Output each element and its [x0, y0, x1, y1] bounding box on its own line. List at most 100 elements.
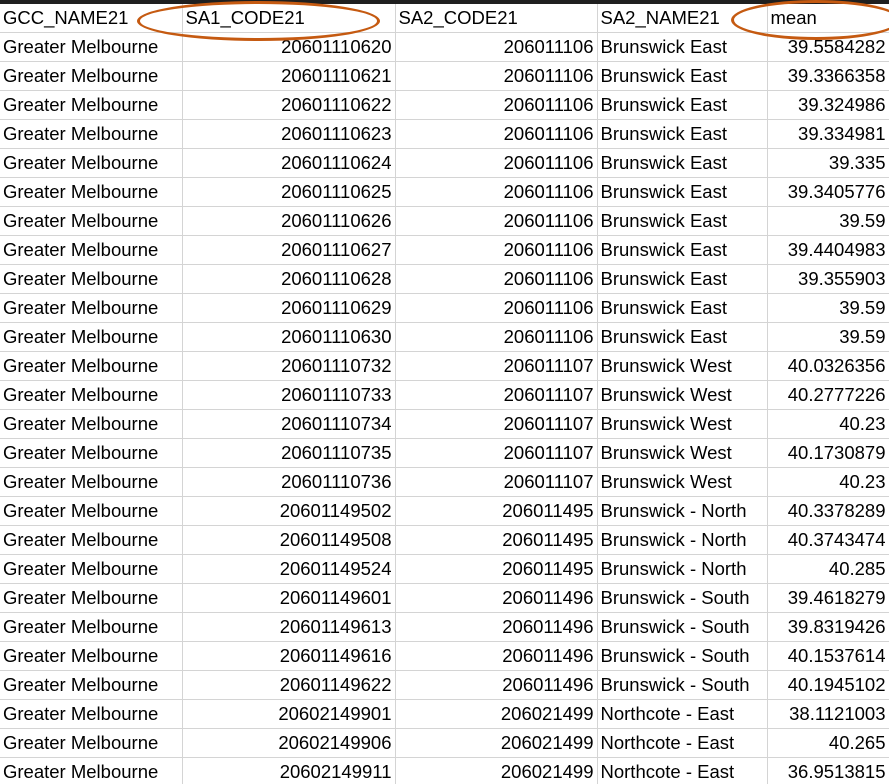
cell-sa1-code21[interactable]: 20601149502	[182, 496, 396, 526]
cell-sa2-code21[interactable]: 206021499	[395, 757, 598, 784]
cell-sa2-name21[interactable]: Northcote - East	[597, 699, 768, 729]
cell-sa1-code21[interactable]: 20601110735	[182, 438, 396, 468]
cell-mean[interactable]: 40.1730879	[767, 438, 889, 468]
cell-gcc-name21[interactable]: Greater Melbourne	[0, 496, 183, 526]
cell-sa2-name21[interactable]: Brunswick West	[597, 438, 768, 468]
cell-sa1-code21[interactable]: 20601110628	[182, 264, 396, 294]
cell-gcc-name21[interactable]: Greater Melbourne	[0, 264, 183, 294]
cell-gcc-name21[interactable]: Greater Melbourne	[0, 235, 183, 265]
cell-sa1-code21[interactable]: 20601110621	[182, 61, 396, 91]
cell-sa2-code21[interactable]: 206011106	[395, 32, 598, 62]
cell-mean[interactable]: 40.285	[767, 554, 889, 584]
cell-sa2-code21[interactable]: 206011496	[395, 641, 598, 671]
header-cell-sa2-name21[interactable]: SA2_NAME21	[597, 4, 768, 33]
cell-mean[interactable]: 40.3743474	[767, 525, 889, 555]
cell-sa2-code21[interactable]: 206011496	[395, 612, 598, 642]
cell-sa1-code21[interactable]: 20601110622	[182, 90, 396, 120]
cell-sa2-code21[interactable]: 206011107	[395, 351, 598, 381]
cell-sa2-code21[interactable]: 206011106	[395, 235, 598, 265]
cell-mean[interactable]: 40.23	[767, 409, 889, 439]
cell-sa1-code21[interactable]: 20601110624	[182, 148, 396, 178]
cell-sa2-name21[interactable]: Brunswick East	[597, 177, 768, 207]
cell-sa2-name21[interactable]: Brunswick East	[597, 148, 768, 178]
cell-mean[interactable]: 40.2777226	[767, 380, 889, 410]
cell-mean[interactable]: 39.3366358	[767, 61, 889, 91]
cell-sa2-code21[interactable]: 206011106	[395, 206, 598, 236]
cell-mean[interactable]: 39.355903	[767, 264, 889, 294]
cell-gcc-name21[interactable]: Greater Melbourne	[0, 119, 183, 149]
cell-gcc-name21[interactable]: Greater Melbourne	[0, 583, 183, 613]
cell-sa2-code21[interactable]: 206011107	[395, 438, 598, 468]
cell-gcc-name21[interactable]: Greater Melbourne	[0, 438, 183, 468]
cell-mean[interactable]: 36.9513815	[767, 757, 889, 784]
cell-gcc-name21[interactable]: Greater Melbourne	[0, 554, 183, 584]
cell-sa2-code21[interactable]: 206011107	[395, 380, 598, 410]
cell-sa1-code21[interactable]: 20601149601	[182, 583, 396, 613]
cell-sa2-name21[interactable]: Brunswick - North	[597, 496, 768, 526]
cell-sa2-name21[interactable]: Brunswick West	[597, 380, 768, 410]
cell-sa2-name21[interactable]: Brunswick East	[597, 61, 768, 91]
cell-mean[interactable]: 40.0326356	[767, 351, 889, 381]
cell-sa1-code21[interactable]: 20601110623	[182, 119, 396, 149]
cell-mean[interactable]: 38.1121003	[767, 699, 889, 729]
cell-mean[interactable]: 40.1945102	[767, 670, 889, 700]
cell-sa1-code21[interactable]: 20601149524	[182, 554, 396, 584]
cell-mean[interactable]: 39.334981	[767, 119, 889, 149]
cell-sa2-code21[interactable]: 206011106	[395, 264, 598, 294]
cell-sa2-code21[interactable]: 206011107	[395, 409, 598, 439]
cell-sa1-code21[interactable]: 20601110734	[182, 409, 396, 439]
cell-gcc-name21[interactable]: Greater Melbourne	[0, 409, 183, 439]
cell-gcc-name21[interactable]: Greater Melbourne	[0, 293, 183, 323]
cell-sa1-code21[interactable]: 20601149622	[182, 670, 396, 700]
cell-sa1-code21[interactable]: 20601110736	[182, 467, 396, 497]
cell-sa2-name21[interactable]: Brunswick East	[597, 206, 768, 236]
cell-sa2-code21[interactable]: 206011106	[395, 177, 598, 207]
cell-gcc-name21[interactable]: Greater Melbourne	[0, 380, 183, 410]
cell-mean[interactable]: 39.4618279	[767, 583, 889, 613]
cell-gcc-name21[interactable]: Greater Melbourne	[0, 206, 183, 236]
cell-mean[interactable]: 39.8319426	[767, 612, 889, 642]
cell-mean[interactable]: 39.4404983	[767, 235, 889, 265]
cell-sa2-code21[interactable]: 206011106	[395, 119, 598, 149]
cell-mean[interactable]: 39.59	[767, 206, 889, 236]
header-cell-sa1-code21[interactable]: SA1_CODE21	[182, 4, 396, 33]
cell-sa1-code21[interactable]: 20601149616	[182, 641, 396, 671]
cell-mean[interactable]: 40.1537614	[767, 641, 889, 671]
cell-mean[interactable]: 40.23	[767, 467, 889, 497]
cell-mean[interactable]: 39.59	[767, 322, 889, 352]
header-cell-sa2-code21[interactable]: SA2_CODE21	[395, 4, 598, 33]
cell-sa2-name21[interactable]: Brunswick West	[597, 351, 768, 381]
cell-gcc-name21[interactable]: Greater Melbourne	[0, 699, 183, 729]
cell-sa2-name21[interactable]: Brunswick East	[597, 235, 768, 265]
cell-sa2-name21[interactable]: Northcote - East	[597, 728, 768, 758]
cell-sa2-code21[interactable]: 206011106	[395, 293, 598, 323]
cell-gcc-name21[interactable]: Greater Melbourne	[0, 90, 183, 120]
header-cell-mean[interactable]: mean	[767, 4, 889, 33]
cell-sa2-code21[interactable]: 206011106	[395, 90, 598, 120]
cell-gcc-name21[interactable]: Greater Melbourne	[0, 322, 183, 352]
cell-sa2-name21[interactable]: Brunswick East	[597, 264, 768, 294]
cell-sa1-code21[interactable]: 20601110627	[182, 235, 396, 265]
cell-mean[interactable]: 39.324986	[767, 90, 889, 120]
cell-gcc-name21[interactable]: Greater Melbourne	[0, 757, 183, 784]
cell-sa2-name21[interactable]: Brunswick - South	[597, 670, 768, 700]
cell-sa1-code21[interactable]: 20601110629	[182, 293, 396, 323]
cell-sa1-code21[interactable]: 20601110626	[182, 206, 396, 236]
cell-sa1-code21[interactable]: 20601110625	[182, 177, 396, 207]
cell-sa1-code21[interactable]: 20601110733	[182, 380, 396, 410]
cell-sa2-code21[interactable]: 206011496	[395, 583, 598, 613]
cell-sa2-name21[interactable]: Brunswick East	[597, 119, 768, 149]
cell-sa2-code21[interactable]: 206011106	[395, 148, 598, 178]
cell-gcc-name21[interactable]: Greater Melbourne	[0, 612, 183, 642]
cell-mean[interactable]: 40.3378289	[767, 496, 889, 526]
cell-sa2-code21[interactable]: 206021499	[395, 728, 598, 758]
cell-sa2-code21[interactable]: 206011106	[395, 61, 598, 91]
cell-sa1-code21[interactable]: 20601110732	[182, 351, 396, 381]
cell-sa2-code21[interactable]: 206011106	[395, 322, 598, 352]
cell-sa2-name21[interactable]: Brunswick East	[597, 32, 768, 62]
cell-gcc-name21[interactable]: Greater Melbourne	[0, 177, 183, 207]
cell-gcc-name21[interactable]: Greater Melbourne	[0, 351, 183, 381]
cell-sa2-name21[interactable]: Brunswick East	[597, 90, 768, 120]
cell-sa2-name21[interactable]: Brunswick West	[597, 409, 768, 439]
cell-sa2-code21[interactable]: 206011496	[395, 670, 598, 700]
